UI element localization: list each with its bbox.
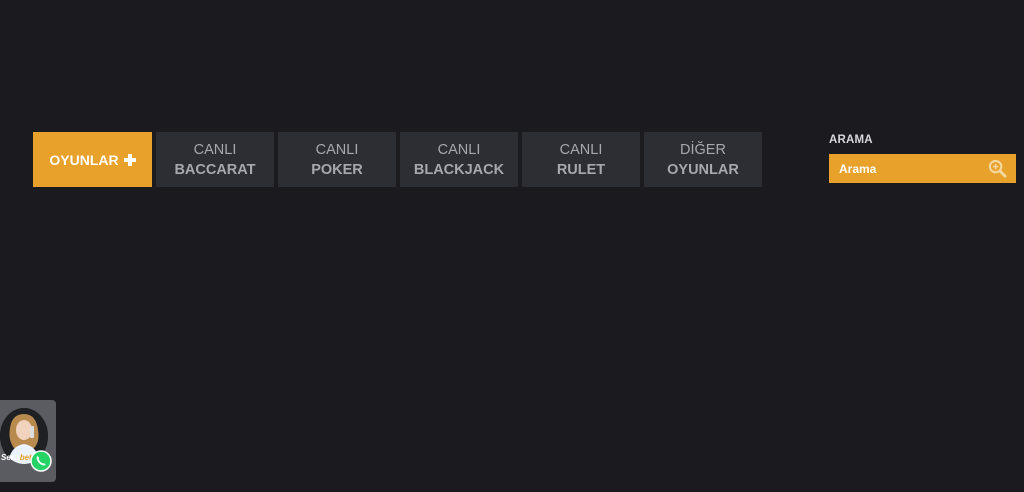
tab-label-line1: CANLI	[315, 141, 359, 158]
tab-oyunlar-label: OYUNLAR	[49, 151, 119, 168]
tab-label-line2: OYUNLAR	[667, 161, 739, 178]
brand-label-prefix: Seka	[1, 453, 20, 462]
tab-canli-poker[interactable]: CANLI POKER	[278, 132, 396, 187]
avatar-brand-label: Sekabet	[1, 453, 32, 462]
search-input[interactable]	[829, 154, 979, 183]
search-box	[829, 154, 1016, 183]
game-category-nav: OYUNLAR CANLI BACCARAT CANLI POKER CANLI…	[33, 132, 762, 187]
tab-label-line1: CANLI	[559, 141, 603, 158]
tab-label-line2: RULET	[556, 161, 606, 178]
live-support-widget[interactable]: Sekabet	[0, 400, 56, 482]
tab-label-line2: BLACKJACK	[413, 161, 505, 178]
page: OYUNLAR CANLI BACCARAT CANLI POKER CANLI…	[0, 0, 1024, 492]
tab-diger-oyunlar[interactable]: DİĞER OYUNLAR	[644, 132, 762, 187]
search-block: ARAMA	[829, 134, 1016, 183]
tab-label-line2: POKER	[311, 161, 363, 178]
search-icon[interactable]	[988, 159, 1007, 178]
tab-label-line1: DİĞER	[680, 141, 726, 158]
tab-canli-baccarat[interactable]: CANLI BACCARAT	[156, 132, 274, 187]
tab-label-line2: BACCARAT	[174, 161, 256, 178]
tab-canli-rulet[interactable]: CANLI RULET	[522, 132, 640, 187]
tab-canli-blackjack[interactable]: CANLI BLACKJACK	[400, 132, 518, 187]
plus-icon	[123, 153, 136, 166]
whatsapp-icon[interactable]	[30, 450, 52, 472]
tab-label-line1: CANLI	[193, 141, 237, 158]
tab-label-line1: CANLI	[437, 141, 481, 158]
search-heading: ARAMA	[829, 134, 873, 146]
tab-oyunlar[interactable]: OYUNLAR	[33, 132, 152, 187]
